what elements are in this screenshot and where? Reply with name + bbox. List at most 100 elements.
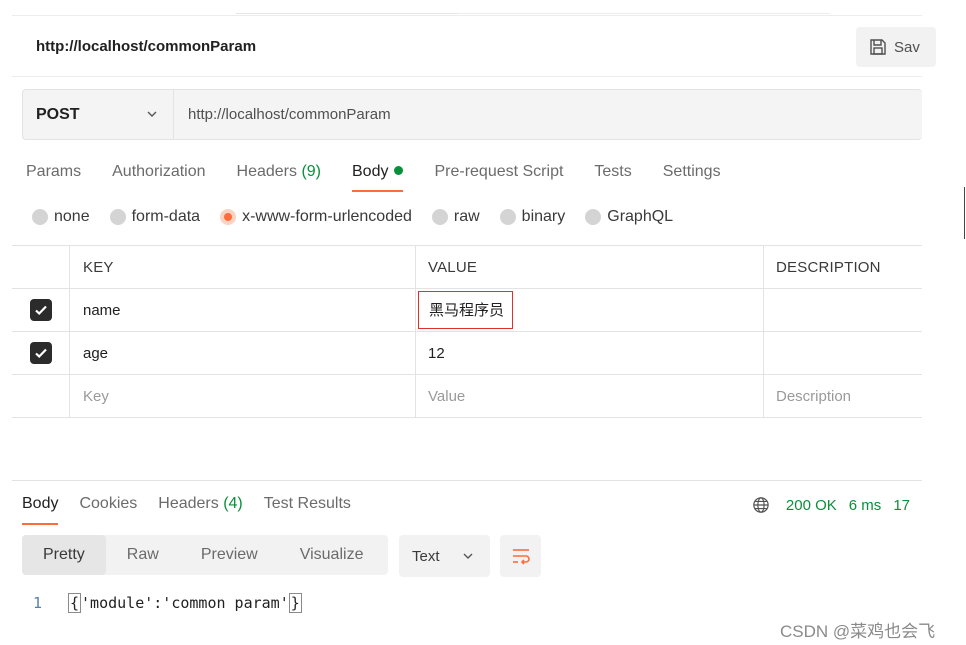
open-brace: { bbox=[68, 593, 82, 613]
save-icon bbox=[870, 39, 886, 55]
wrap-lines-button[interactable] bbox=[500, 535, 541, 577]
response-tabs: Body Cookies Headers (4) Test Results bbox=[22, 493, 372, 525]
radio-label: none bbox=[54, 208, 90, 225]
description-input[interactable]: Description bbox=[763, 375, 922, 417]
response-size[interactable]: 17 bbox=[893, 497, 910, 514]
tab-label: Params bbox=[26, 163, 82, 180]
tab-ghost bbox=[236, 0, 458, 14]
key-cell[interactable]: name bbox=[69, 289, 415, 331]
checkmark-icon bbox=[34, 348, 47, 359]
request-header: http://localhost/commonParam Sav bbox=[12, 15, 936, 77]
tab-ghost bbox=[458, 0, 830, 14]
url-input[interactable]: http://localhost/commonParam bbox=[188, 106, 391, 123]
response-time[interactable]: 6 ms bbox=[849, 497, 882, 514]
description-cell[interactable] bbox=[763, 289, 922, 331]
line-number: 1 bbox=[32, 594, 42, 612]
row-checkbox[interactable] bbox=[29, 299, 52, 321]
tab-tests[interactable]: Tests bbox=[594, 160, 631, 192]
save-label: Sav bbox=[894, 38, 920, 56]
body-type-form-data[interactable]: form-data bbox=[109, 208, 201, 226]
radio-button[interactable] bbox=[32, 209, 48, 225]
tab-label: Authorization bbox=[112, 163, 206, 180]
value-cell[interactable]: 黑马程序员 bbox=[415, 289, 763, 331]
radio-button-checked[interactable] bbox=[220, 209, 237, 225]
table-row-new: Key Value Description bbox=[12, 375, 922, 418]
key-cell[interactable]: age bbox=[69, 332, 415, 374]
table-row: name 黑马程序员 bbox=[12, 289, 922, 332]
radio-button[interactable] bbox=[499, 209, 516, 225]
tab-body[interactable]: Body bbox=[352, 160, 404, 192]
table-row: age 12 bbox=[12, 332, 922, 375]
key-input[interactable]: Key bbox=[69, 375, 415, 417]
request-title[interactable]: http://localhost/commonParam bbox=[36, 38, 256, 55]
tab-label: Cookies bbox=[79, 495, 138, 512]
method-select[interactable]: POST bbox=[23, 90, 174, 139]
tab-label: Body bbox=[352, 163, 389, 180]
radio-button[interactable] bbox=[431, 209, 448, 225]
globe-icon[interactable] bbox=[752, 495, 770, 515]
chevron-down-icon bbox=[147, 111, 157, 117]
response-code-line: 1 {'module':'common param'} bbox=[22, 590, 302, 616]
code-content: 'module':'common param' bbox=[81, 594, 289, 612]
method-label: POST bbox=[36, 105, 80, 123]
tab-label: Test Results bbox=[263, 495, 351, 512]
row-checkbox[interactable] bbox=[29, 342, 52, 364]
wrap-lines-icon bbox=[512, 549, 530, 565]
request-tabs: Params Authorization Headers (9) Body Pr… bbox=[26, 160, 752, 196]
tab-label: Pre-request Script bbox=[434, 163, 564, 180]
status-code[interactable]: 200 OK bbox=[786, 497, 837, 514]
radio-label: binary bbox=[521, 208, 566, 225]
modified-dot-icon bbox=[394, 166, 404, 175]
body-type-binary[interactable]: binary bbox=[499, 208, 566, 226]
description-cell[interactable] bbox=[763, 332, 922, 374]
tab-response-body[interactable]: Body bbox=[22, 493, 59, 525]
value-cell[interactable]: 12 bbox=[415, 332, 763, 374]
save-button[interactable]: Sav bbox=[856, 27, 936, 67]
column-header-value: VALUE bbox=[415, 246, 763, 288]
format-select[interactable]: Text bbox=[399, 535, 490, 577]
body-type-options: none form-data x-www-form-urlencoded raw… bbox=[32, 208, 693, 226]
row-check-cell bbox=[12, 332, 69, 374]
watermark: CSDN @菜鸡也会飞 bbox=[780, 622, 936, 641]
row-check-cell bbox=[12, 289, 69, 331]
view-visualize-button[interactable]: Visualize bbox=[279, 535, 385, 575]
tab-headers[interactable]: Headers (9) bbox=[237, 160, 321, 192]
column-header-key: KEY bbox=[69, 246, 415, 288]
value-input[interactable]: Value bbox=[415, 375, 763, 417]
row-check-cell bbox=[12, 375, 69, 417]
tab-count: (4) bbox=[223, 495, 243, 512]
tab-response-headers[interactable]: Headers (4) bbox=[158, 493, 242, 525]
body-type-graphql[interactable]: GraphQL bbox=[585, 208, 673, 226]
view-raw-button[interactable]: Raw bbox=[106, 535, 180, 575]
tab-label: Headers bbox=[158, 495, 224, 512]
highlighted-value: 黑马程序员 bbox=[418, 291, 514, 329]
body-type-none[interactable]: none bbox=[32, 208, 90, 226]
body-type-urlencoded[interactable]: x-www-form-urlencoded bbox=[220, 208, 412, 226]
view-pretty-button[interactable]: Pretty bbox=[22, 535, 106, 575]
close-brace: } bbox=[288, 593, 302, 613]
tab-label: Headers bbox=[236, 163, 302, 180]
response-divider[interactable] bbox=[12, 480, 922, 481]
url-bar: POST http://localhost/commonParam bbox=[22, 89, 922, 140]
tab-settings[interactable]: Settings bbox=[663, 160, 721, 192]
code-text[interactable]: {'module':'common param'} bbox=[68, 593, 302, 613]
tab-pre-request-script[interactable]: Pre-request Script bbox=[434, 160, 563, 192]
postman-window: http://localhost/commonParam Sav POST ht… bbox=[0, 0, 936, 645]
checkmark-icon bbox=[34, 305, 47, 316]
tab-cookies[interactable]: Cookies bbox=[79, 493, 137, 525]
params-table: KEY VALUE DESCRIPTION name 黑马程序员 age 12 bbox=[12, 245, 922, 418]
tab-params[interactable]: Params bbox=[26, 160, 81, 192]
table-header-row: KEY VALUE DESCRIPTION bbox=[12, 246, 922, 289]
body-type-raw[interactable]: raw bbox=[431, 208, 480, 226]
text-cursor-mark bbox=[964, 187, 965, 239]
radio-button[interactable] bbox=[109, 209, 126, 225]
view-preview-button[interactable]: Preview bbox=[180, 535, 279, 575]
radio-button[interactable] bbox=[585, 209, 602, 225]
radio-label: GraphQL bbox=[607, 208, 674, 225]
radio-label: raw bbox=[453, 208, 480, 225]
radio-label: x-www-form-urlencoded bbox=[242, 208, 412, 225]
radio-label: form-data bbox=[131, 208, 201, 225]
tab-authorization[interactable]: Authorization bbox=[112, 160, 205, 192]
top-tab-strip bbox=[0, 0, 922, 14]
tab-test-results[interactable]: Test Results bbox=[264, 493, 351, 525]
